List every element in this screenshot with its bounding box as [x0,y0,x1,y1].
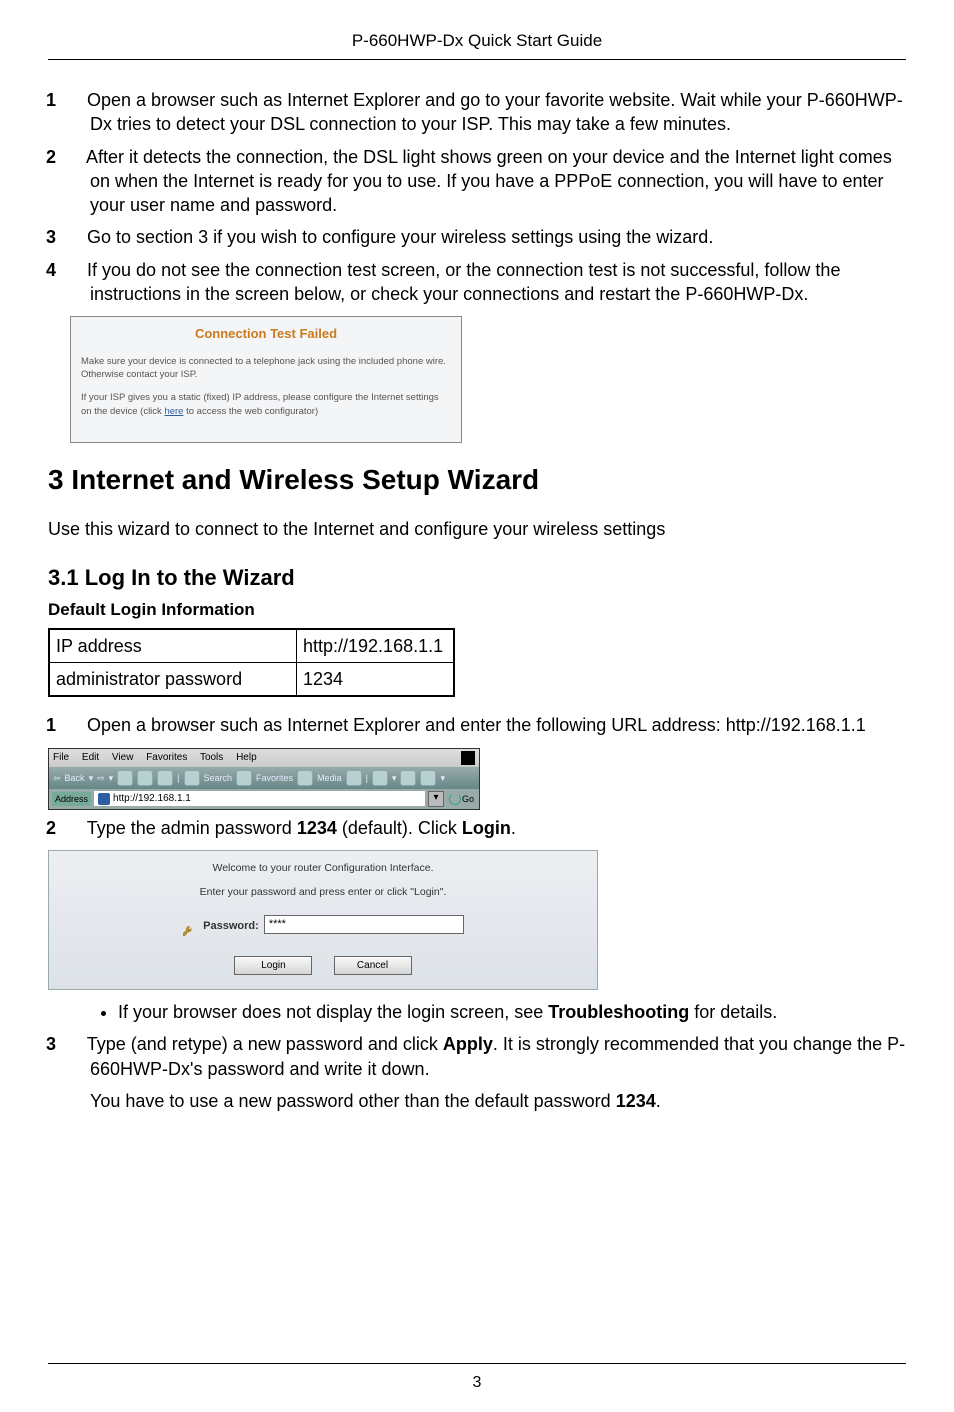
forward-arrow-icon[interactable]: ⇨ [97,772,105,784]
table-row: administrator password 1234 [49,663,454,697]
page-header: P-660HWP-Dx Quick Start Guide [48,0,906,60]
step-2: 2 After it detects the connection, the D… [68,145,906,218]
menu-tools[interactable]: Tools [200,752,223,763]
step-4-text: If you do not see the connection test sc… [87,260,840,304]
go-icon [449,793,461,805]
bullet-list: If your browser does not display the log… [118,1000,906,1024]
menu-view[interactable]: View [112,752,134,763]
login-welcome: Welcome to your router Configuration Int… [63,861,583,875]
step-3-text: Go to section 3 if you wish to configure… [87,227,713,247]
bstep-1: 1 Open a browser such as Internet Explor… [68,713,906,737]
bottom-instructions-2: 2 Type the admin password 1234 (default)… [48,816,906,840]
address-bar: Address http://192.168.1.1 ▾ Go [49,789,479,809]
bottom-instructions-3: 3 Type (and retype) a new password and c… [48,1032,906,1113]
print-icon[interactable] [400,770,416,786]
login-info-table: IP address http://192.168.1.1 administra… [48,628,455,698]
ctf-here-link[interactable]: here [164,406,183,417]
history-icon[interactable] [346,770,362,786]
connection-test-failed-figure: Connection Test Failed Make sure your de… [70,316,462,443]
top-instructions: 1 Open a browser such as Internet Explor… [48,88,906,306]
section-3-heading: 3 Internet and Wireless Setup Wizard [48,461,906,499]
ie-page-icon [98,793,110,805]
browser-toolbar: ⇦ Back ▾ ⇨ ▾ | Search Favorites Media | … [49,767,479,789]
ctf-p2: If your ISP gives you a static (fixed) I… [81,391,451,418]
browser-figure: File Edit View Favorites Tools Help ⇦ Ba… [48,748,480,810]
cell-pw-value: 1234 [297,663,455,697]
bstep-3-text: Type (and retype) a new password and cli… [87,1034,905,1078]
favorites-icon[interactable] [236,770,252,786]
step-1-text: Open a browser such as Internet Explorer… [87,90,903,134]
edit-icon[interactable] [420,770,436,786]
address-label: Address [52,792,91,806]
bstep-3: 3 Type (and retype) a new password and c… [68,1032,906,1113]
search-label[interactable]: Search [204,772,233,784]
login-button[interactable]: Login [234,956,312,976]
login-figure: Welcome to your router Configuration Int… [48,850,598,990]
mail-icon[interactable] [372,770,388,786]
back-arrow-icon[interactable]: ⇦ [53,772,61,784]
home-icon[interactable] [157,770,173,786]
go-label: Go [462,793,474,805]
media-label[interactable]: Media [317,772,342,784]
cancel-button[interactable]: Cancel [334,956,412,976]
login-instruction: Enter your password and press enter or c… [63,885,583,899]
ctf-p1: Make sure your device is connected to a … [81,355,451,382]
login-info-caption: Default Login Information [48,599,906,622]
go-button[interactable]: Go [447,793,476,805]
page-footer: 3 [48,1363,906,1394]
menu-favorites[interactable]: Favorites [146,752,187,763]
key-icon [182,919,194,931]
search-icon[interactable] [184,770,200,786]
back-label[interactable]: Back [65,772,85,784]
stop-icon[interactable] [117,770,133,786]
table-row: IP address http://192.168.1.1 [49,629,454,663]
browser-menubar: File Edit View Favorites Tools Help [49,749,479,767]
bstep-1-text: Open a browser such as Internet Explorer… [87,715,866,735]
refresh-icon[interactable] [137,770,153,786]
bullet-troubleshooting: If your browser does not display the log… [118,1000,906,1024]
section-3-1-heading: 3.1 Log In to the Wizard [48,563,906,593]
favorites-label[interactable]: Favorites [256,772,293,784]
menu-help[interactable]: Help [236,752,257,763]
ctf-p2b: to access the web configurator) [183,406,318,417]
step-3: 3 Go to section 3 if you wish to configu… [68,225,906,249]
bstep-3-p2: You have to use a new password other tha… [90,1089,906,1113]
bstep-2: 2 Type the admin password 1234 (default)… [68,816,906,840]
password-input[interactable]: **** [264,915,464,934]
ctf-title: Connection Test Failed [81,325,451,343]
step-4: 4 If you do not see the connection test … [68,258,906,307]
bottom-instructions: 1 Open a browser such as Internet Explor… [48,713,906,737]
password-label: Password: [203,920,259,932]
section-3-lead: Use this wizard to connect to the Intern… [48,517,906,541]
windows-icon [461,751,475,765]
address-value: http://192.168.1.1 [113,792,191,806]
menu-edit[interactable]: Edit [82,752,99,763]
bstep-2-text: Type the admin password 1234 (default). … [87,818,516,838]
address-dropdown-icon[interactable]: ▾ [428,791,444,807]
password-row: Password: **** [63,911,583,935]
cell-pw-label: administrator password [49,663,297,697]
step-2-text: After it detects the connection, the DSL… [86,147,892,216]
address-field[interactable]: http://192.168.1.1 [94,791,425,807]
menu-file[interactable]: File [53,752,69,763]
step-1: 1 Open a browser such as Internet Explor… [68,88,906,137]
cell-ip-value: http://192.168.1.1 [297,629,455,663]
media-icon[interactable] [297,770,313,786]
cell-ip-label: IP address [49,629,297,663]
